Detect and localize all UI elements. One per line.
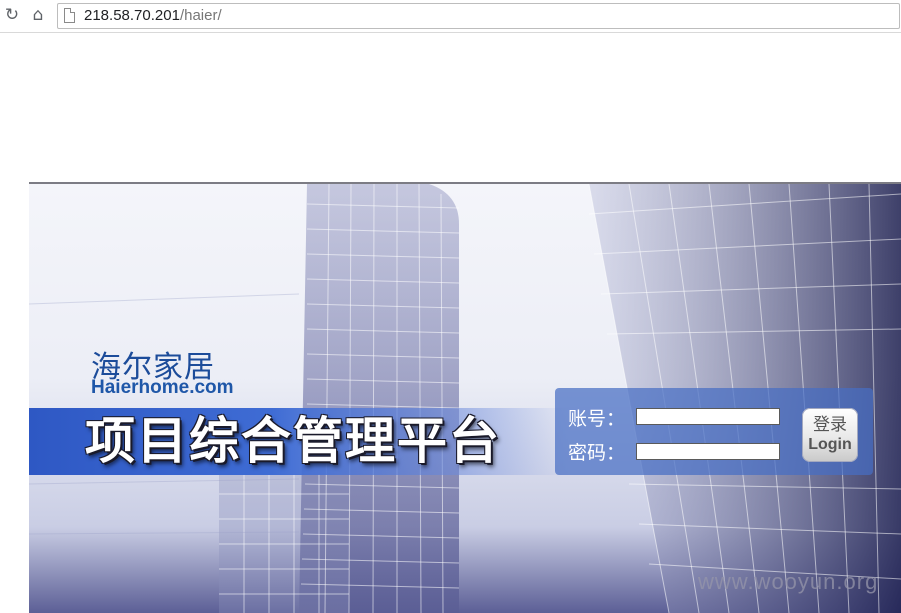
login-button-label-en: Login <box>808 436 852 453</box>
login-banner: 海尔家居 Haierhome.com 项目综合管理平台 账号： 密码： 登录 L… <box>29 184 901 613</box>
login-button[interactable]: 登录 Login <box>802 408 858 462</box>
password-label: 密码： <box>568 442 626 464</box>
home-icon[interactable]: ⌂ <box>29 6 47 24</box>
browser-toolbar: ↻ ⌂ 218.58.70.201/haier/ <box>0 0 901 33</box>
page-title: 项目综合管理平台 <box>85 412 501 470</box>
watermark: www.wooyun.org <box>698 569 879 594</box>
page-icon <box>64 8 75 23</box>
account-label: 账号： <box>568 408 626 430</box>
haier-logo-en: Haierhome.com <box>91 377 234 398</box>
reload-icon[interactable]: ↻ <box>3 6 21 24</box>
url-text[interactable]: 218.58.70.201/haier/ <box>84 7 222 25</box>
login-panel: 账号： 密码： 登录 Login <box>555 388 873 475</box>
account-input[interactable] <box>636 408 780 425</box>
address-bar[interactable]: 218.58.70.201/haier/ <box>57 3 900 29</box>
password-input[interactable] <box>636 443 780 460</box>
url-host: 218.58.70.201 <box>84 7 180 24</box>
url-path: /haier/ <box>179 7 222 24</box>
login-button-label-cn: 登录 <box>813 415 847 435</box>
